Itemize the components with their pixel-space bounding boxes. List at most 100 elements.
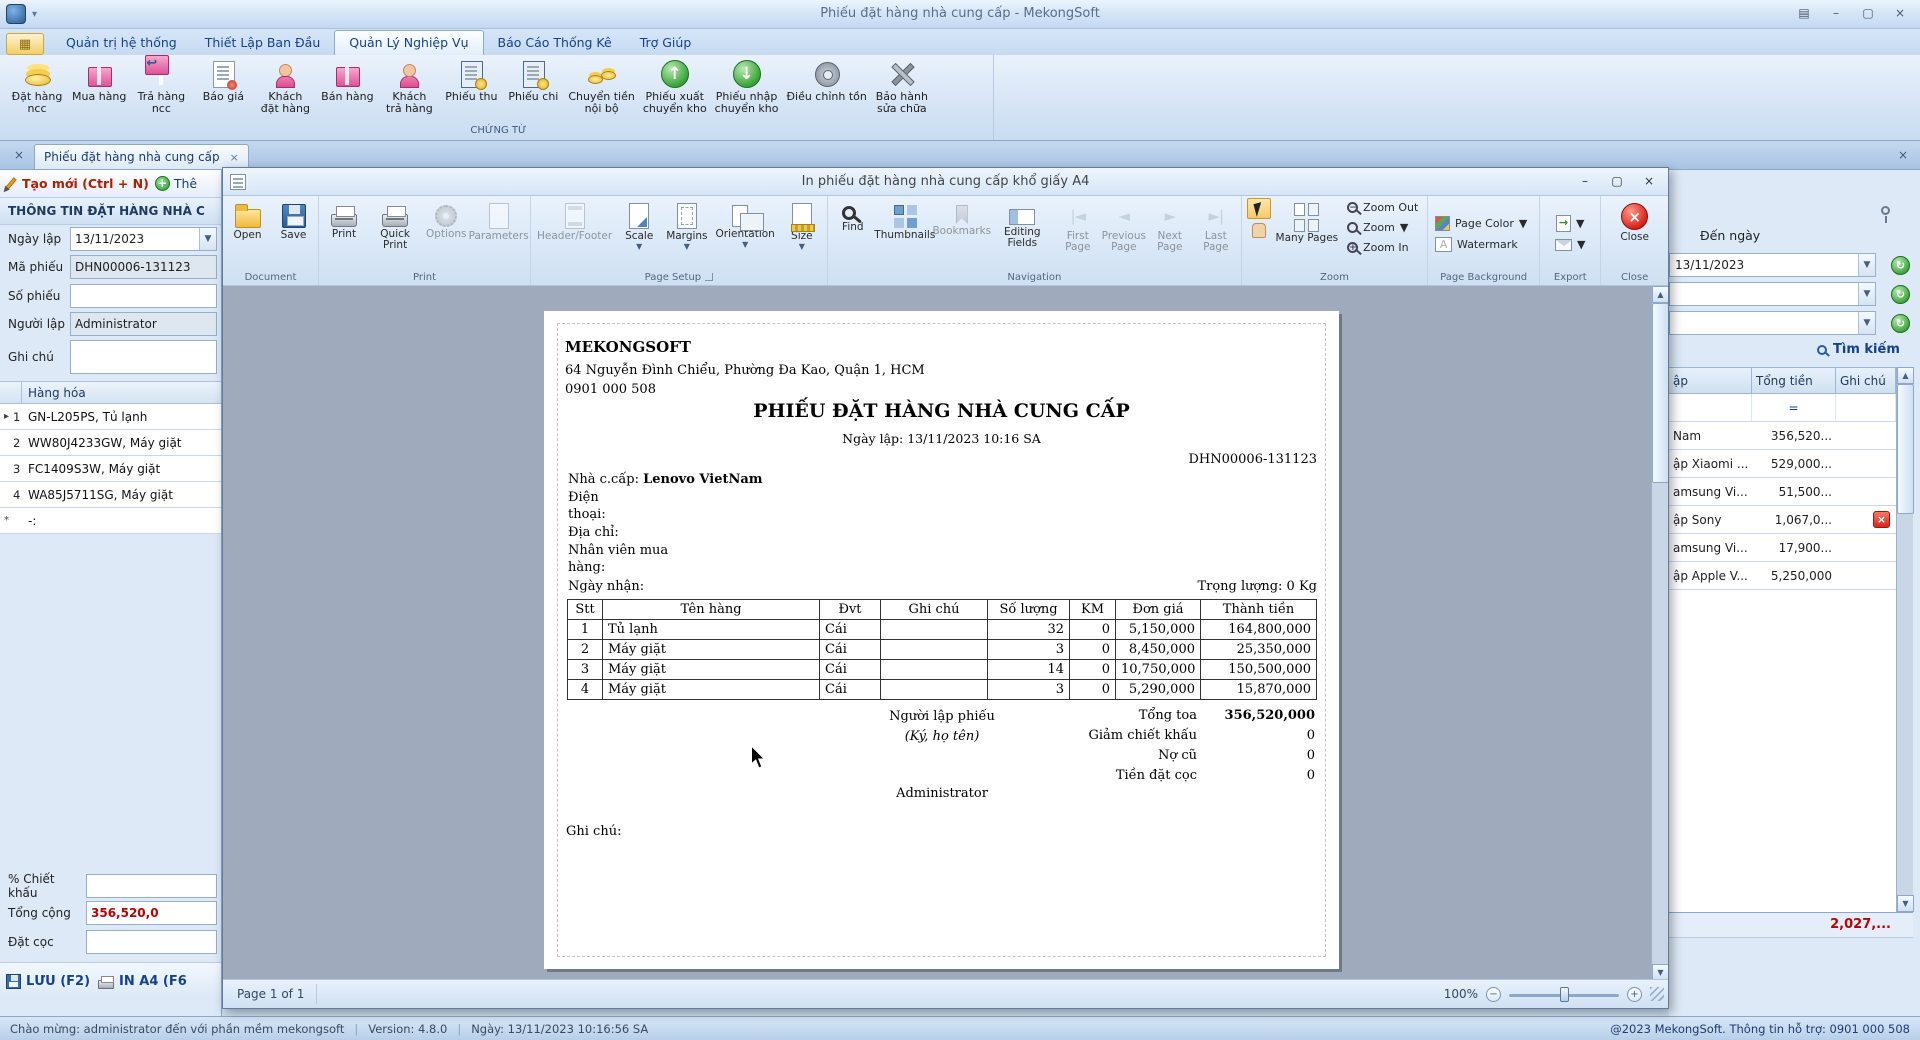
filter-cell[interactable] <box>1836 394 1896 421</box>
filter-dropdown-1[interactable]: ▼ <box>1669 282 1876 306</box>
grid-row-new[interactable]: * -: <box>0 508 221 534</box>
tab-thiet-lap-ban-dau[interactable]: Thiết Lập Ban Đầu <box>191 31 335 55</box>
close-tab-icon[interactable]: × <box>10 148 28 164</box>
zoom-out-button[interactable]: − <box>1486 986 1501 1002</box>
ribbon-item-bao-hanh-sua-chua[interactable]: Bảo hành sửa chữa <box>871 57 933 116</box>
chevron-down-icon[interactable]: ▼ <box>199 228 216 250</box>
scale-button[interactable]: Scale ▼ <box>617 198 661 252</box>
summary-row[interactable]: ập Apple V... 5,250,000 <box>1669 562 1896 590</box>
quick-print-button[interactable]: Quick Print <box>368 198 422 253</box>
filter-operator[interactable]: = <box>1752 394 1836 421</box>
minimize-button[interactable]: – <box>1822 3 1850 24</box>
scroll-down-icon[interactable]: ▼ <box>1897 895 1914 912</box>
scroll-up-icon[interactable]: ▲ <box>1897 367 1914 384</box>
summary-row[interactable]: amsung Vi... 17,900... <box>1669 534 1896 562</box>
refresh-icon[interactable]: ↻ <box>1891 256 1910 275</box>
close-button[interactable]: × <box>1886 3 1914 24</box>
refresh-icon[interactable]: ↻ <box>1891 314 1910 333</box>
print-button[interactable]: Print <box>322 198 366 242</box>
so-phieu-input[interactable] <box>70 284 217 308</box>
column-header-supplier[interactable]: ập <box>1669 368 1752 393</box>
refresh-icon[interactable]: ↻ <box>1891 285 1910 304</box>
preview-scrollbar[interactable]: ▲ ▼ <box>1651 286 1668 981</box>
ribbon-item-phieu-xuat-chuyen-kho[interactable]: ↑ Phiếu xuất chuyển kho <box>639 57 711 116</box>
search-button[interactable]: Tìm kiếm <box>1817 342 1900 357</box>
many-pages-button[interactable]: Many Pages <box>1273 198 1342 246</box>
tab-quan-ly-nghiep-vu[interactable]: Quản Lý Nghiệp Vụ <box>334 30 484 55</box>
ribbon-item-mua-hang[interactable]: Mua hàng <box>68 57 130 104</box>
maximize-button[interactable]: ▢ <box>1854 3 1882 24</box>
filter-cell[interactable] <box>1669 394 1752 421</box>
zoom-slider[interactable] <box>1509 986 1619 1002</box>
margins-button[interactable]: Margins ▼ <box>663 198 710 252</box>
chevron-down-icon[interactable]: ▼ <box>1858 254 1875 276</box>
size-button[interactable]: Size ▼ <box>780 198 824 252</box>
preview-surface[interactable]: MEKONGSOFT 64 Nguyễn Đình Chiểu, Phường … <box>223 286 1668 981</box>
dialog-titlebar[interactable]: In phiếu đặt hàng nhà cung cấp khổ giấy … <box>223 168 1668 196</box>
summary-row[interactable]: Nam 356,520... <box>1669 422 1896 450</box>
export-document-button[interactable]: ▼ <box>1552 214 1588 233</box>
hand-tool-button[interactable] <box>1247 220 1271 241</box>
chiet-khau-input[interactable] <box>86 874 217 898</box>
resize-grip[interactable] <box>1650 987 1664 1001</box>
chevron-down-icon[interactable]: ▼ <box>1858 283 1875 305</box>
close-preview-button[interactable]: × Close <box>1613 198 1657 245</box>
tab-tro-giup[interactable]: Trợ Giúp <box>626 31 706 55</box>
ribbon-item-bao-gia[interactable]: Báo giá <box>192 57 254 104</box>
summary-row[interactable]: ập Sony 1,067,0... × <box>1669 506 1896 534</box>
dialog-minimize-button[interactable]: – <box>1570 171 1600 191</box>
close-all-tabs-icon[interactable]: × <box>1894 148 1912 164</box>
thumbnails-button[interactable]: Thumbnails <box>874 198 935 243</box>
dat-coc-input[interactable] <box>86 930 217 954</box>
ma-phieu-input[interactable]: DHN00006-131123 <box>70 255 217 279</box>
dialog-launcher-icon[interactable] <box>705 273 714 281</box>
ribbon-item-phieu-thu[interactable]: Phiếu thu <box>440 57 502 104</box>
summary-filter-row[interactable]: = <box>1669 394 1896 422</box>
summary-row[interactable]: ập Xiaomi ... 529,000... <box>1669 450 1896 478</box>
nguoi-lap-input[interactable]: Administrator <box>70 312 217 336</box>
dialog-maximize-button[interactable]: ▢ <box>1602 171 1632 191</box>
delete-row-button[interactable]: × <box>1873 511 1890 528</box>
ribbon-item-phieu-nhap-chuyen-kho[interactable]: ↓ Phiếu nhập chuyển kho <box>711 57 783 116</box>
column-header-note[interactable]: Ghi chú <box>1836 368 1896 393</box>
ribbon-item-phieu-chi[interactable]: Phiếu chi <box>502 57 564 104</box>
zoom-slider-thumb[interactable] <box>1560 986 1569 1002</box>
orientation-button[interactable]: Orientation ▼ <box>713 198 778 250</box>
summary-scrollbar[interactable]: ▲ ▼ <box>1896 367 1914 912</box>
print-a4-button[interactable]: IN A4 (F6 <box>98 974 187 989</box>
send-email-button[interactable]: ▼ <box>1551 235 1589 254</box>
ribbon-item-khach-tra-hang[interactable]: Khách trả hàng <box>378 57 440 116</box>
dialog-close-button[interactable]: × <box>1634 171 1664 191</box>
ribbon-item-chuyen-tien-noi-bo[interactable]: Chuyển tiền nội bộ <box>564 57 638 116</box>
ribbon-item-dat-hang-ncc[interactable]: Đặt hàng ncc <box>6 57 68 116</box>
zoom-button[interactable]: Zoom ▼ <box>1343 218 1422 237</box>
add-button[interactable]: + Thê <box>154 176 197 191</box>
ribbon-item-ban-hang[interactable]: Bán hàng <box>316 57 378 104</box>
pin-icon[interactable] <box>1881 206 1890 223</box>
grid-row[interactable]: 2 WW80J4233GW, Máy giặt <box>0 430 221 456</box>
summary-row[interactable]: amsung Vi... 51,500... <box>1669 478 1896 506</box>
filter-dropdown-2[interactable]: ▼ <box>1669 311 1876 335</box>
ribbon-item-tra-hang-ncc[interactable]: Trả hàng ncc <box>130 55 192 116</box>
scrollbar-thumb[interactable] <box>1897 384 1914 514</box>
tab-bao-cao-thong-ke[interactable]: Báo Cáo Thống Kê <box>484 31 626 55</box>
save-button[interactable]: Save <box>272 198 316 243</box>
mouse-pointer-tool-button[interactable] <box>1246 198 1271 219</box>
ribbon-item-dieu-chinh-ton[interactable]: Điều chỉnh tồn <box>782 57 870 104</box>
ribbon-item-khach-dat-hang[interactable]: Khách đặt hàng <box>254 57 316 116</box>
column-header-total[interactable]: Tổng tiền <box>1752 368 1836 393</box>
application-menu-button[interactable]: ▦ <box>6 33 44 55</box>
grid-row[interactable]: ▸ 1 GN-L205PS, Tủ lạnh <box>0 404 221 430</box>
scroll-up-icon[interactable]: ▲ <box>1652 286 1668 303</box>
ghi-chu-input[interactable] <box>70 340 217 374</box>
grid-row[interactable]: 4 WA85J5711SG, Máy giặt <box>0 482 221 508</box>
open-button[interactable]: Open <box>226 198 270 243</box>
tab-quan-tri-he-thong[interactable]: Quản trị hệ thống <box>52 31 191 55</box>
create-new-button[interactable]: Tạo mới (Ctrl + N) <box>4 176 149 191</box>
fullscreen-button[interactable]: ▤ <box>1790 3 1818 24</box>
zoom-in-button[interactable]: + <box>1627 986 1642 1002</box>
watermark-button[interactable]: A Watermark <box>1431 235 1522 254</box>
find-button[interactable]: Find <box>831 198 875 235</box>
tong-cong-input[interactable]: 356,520,0 <box>86 901 217 925</box>
den-ngay-input[interactable]: 13/11/2023 ▼ <box>1669 253 1876 277</box>
